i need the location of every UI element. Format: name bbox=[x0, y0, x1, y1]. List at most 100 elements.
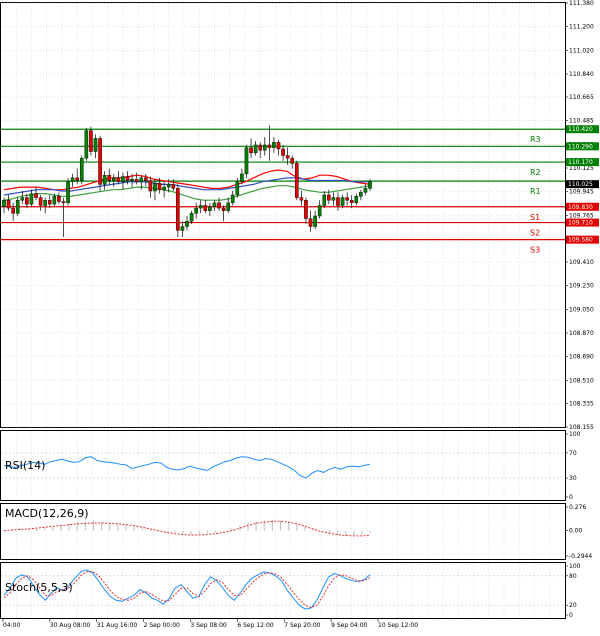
candle-body bbox=[84, 130, 89, 159]
level-price-text: 109.710 bbox=[568, 220, 593, 227]
candle-body bbox=[299, 197, 304, 201]
candle-body bbox=[185, 221, 189, 227]
time-tick-label: 7 Sep 20:00 bbox=[284, 622, 320, 629]
candle-body bbox=[2, 200, 6, 207]
candle-body bbox=[212, 202, 217, 207]
level-label: S3 bbox=[530, 246, 540, 255]
candle-body bbox=[359, 192, 363, 197]
level-label: R3 bbox=[530, 135, 541, 144]
candle-body bbox=[79, 157, 84, 181]
candle-body bbox=[157, 182, 162, 190]
candle-body bbox=[281, 148, 285, 156]
sub-tick-label: 0.276 bbox=[569, 504, 586, 511]
candle-body bbox=[11, 207, 15, 214]
candle-body bbox=[70, 177, 75, 183]
time-tick-label: 6 Sep 12:00 bbox=[237, 622, 273, 629]
sub-tick-label: 0 bbox=[569, 494, 573, 501]
stoch-title: Stoch(5,5,3) bbox=[5, 581, 73, 594]
price-tick-label: 108.690 bbox=[569, 354, 594, 361]
candle-body bbox=[203, 205, 208, 211]
sub-tick-label: -0.2944 bbox=[569, 553, 592, 560]
candle-body bbox=[176, 188, 180, 231]
candle-body bbox=[121, 176, 125, 183]
candle-body bbox=[162, 186, 166, 190]
price-tick-label: 108.870 bbox=[569, 330, 594, 337]
candle-body bbox=[304, 200, 308, 219]
candle-body bbox=[38, 197, 43, 206]
level-label: R1 bbox=[530, 187, 541, 196]
candle-body bbox=[43, 200, 47, 206]
candle-body bbox=[52, 196, 57, 205]
candle-body bbox=[61, 201, 66, 204]
candle-body bbox=[20, 197, 25, 201]
stoch-panel-frame bbox=[0, 562, 566, 619]
candle-body bbox=[349, 200, 354, 204]
price-axis: 111.380 111.200 111.020 110.840 110.665 110.4… bbox=[565, 0, 594, 431]
sub-tick-label: 100 bbox=[569, 563, 581, 570]
candle-body bbox=[111, 177, 116, 181]
price-tick-label: 109.410 bbox=[569, 259, 594, 266]
price-tick-label: 111.200 bbox=[569, 24, 594, 31]
candle-body bbox=[290, 157, 295, 164]
candle-body bbox=[102, 175, 107, 185]
level-price-text: 110.290 bbox=[568, 143, 593, 150]
sub-tick-label: 100 bbox=[569, 431, 581, 438]
time-tick-label: 2 Sep 00:00 bbox=[144, 622, 180, 629]
time-tick-label: 3 Sep 08:00 bbox=[191, 622, 227, 629]
candle-body bbox=[285, 155, 290, 159]
candle-body bbox=[253, 144, 258, 154]
price-tick-label: 109.765 bbox=[569, 212, 594, 219]
candle-body bbox=[221, 207, 226, 211]
price-tick-label: 111.020 bbox=[569, 47, 594, 54]
price-tick-label: 109.230 bbox=[569, 283, 594, 290]
candle-body bbox=[354, 196, 359, 204]
level-price-text: 109.580 bbox=[568, 237, 593, 244]
candle-body bbox=[134, 178, 139, 183]
time-axis: 04:00 30 Aug 08:00 31 Aug 16:00 2 Sep 00:00… bbox=[2, 619, 418, 629]
candle-body bbox=[34, 193, 38, 198]
candle-body bbox=[98, 138, 102, 185]
price-tick-label: 108.335 bbox=[569, 400, 594, 407]
candle-body bbox=[194, 207, 198, 214]
candle-body bbox=[322, 194, 327, 206]
time-tick-label: 9 Sep 04:00 bbox=[331, 622, 367, 629]
macd-title: MACD(12,26,9) bbox=[5, 507, 89, 520]
candle-body bbox=[25, 197, 29, 205]
candle-body bbox=[226, 202, 230, 211]
candle-body bbox=[327, 194, 331, 201]
candle-body bbox=[130, 178, 134, 181]
sub-tick-label: 70 bbox=[569, 450, 577, 457]
candle-body bbox=[29, 193, 34, 205]
candle-body bbox=[47, 200, 52, 205]
price-tick-label: 111.380 bbox=[569, 0, 594, 7]
candle-body bbox=[272, 142, 276, 148]
candle-body bbox=[57, 196, 61, 202]
chart-canvas: R3 R2 R1 S1 S2 S3 111.380 111.200 111.020 110.84… bbox=[0, 0, 599, 629]
price-tick-label: 110.485 bbox=[569, 118, 594, 125]
rsi-title: RSI(14) bbox=[5, 459, 45, 472]
level-label: S1 bbox=[530, 213, 540, 222]
candle-body bbox=[313, 215, 317, 227]
candle-body bbox=[189, 213, 194, 222]
candle-body bbox=[217, 202, 221, 209]
candle-body bbox=[171, 184, 176, 189]
candle-body bbox=[276, 142, 281, 150]
time-tick-label: 30 Aug 08:00 bbox=[50, 622, 91, 629]
candle-body bbox=[262, 144, 267, 151]
time-tick-label: 04:00 bbox=[3, 622, 20, 629]
candle-body bbox=[107, 175, 112, 181]
candle-body bbox=[89, 130, 93, 152]
price-tick-label: 110.840 bbox=[569, 71, 594, 78]
candle-body bbox=[116, 177, 121, 183]
sub-tick-label: 0.00 bbox=[569, 528, 583, 535]
sub-tick-label: 80 bbox=[569, 573, 577, 580]
candle-body bbox=[166, 184, 171, 188]
price-tick-label: 108.155 bbox=[569, 424, 594, 431]
candle-body bbox=[66, 181, 70, 204]
candle-body bbox=[144, 177, 148, 181]
candle-body bbox=[267, 144, 272, 148]
candle-body bbox=[244, 147, 249, 175]
candle-body bbox=[148, 180, 153, 192]
level-badges: 110.420 110.290 110.170 109.830 109.710 109.5… bbox=[566, 125, 599, 244]
price-panel-frame bbox=[0, 2, 566, 428]
